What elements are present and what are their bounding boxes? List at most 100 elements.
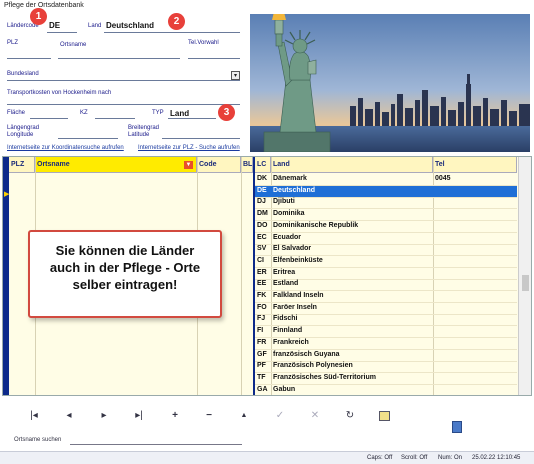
header-code[interactable]: Code xyxy=(197,157,241,173)
edit-record-button[interactable]: ▲ xyxy=(235,412,253,419)
row-land: Djibuti xyxy=(273,198,295,206)
table-row[interactable]: FO Faröer Inseln xyxy=(255,303,517,314)
row-lc: DJ xyxy=(257,198,266,206)
row-lc: GA xyxy=(257,385,268,393)
chevron-down-icon[interactable]: ▾ xyxy=(231,71,240,80)
transport-input[interactable] xyxy=(7,104,240,105)
first-record-button[interactable]: |◂ xyxy=(25,410,43,421)
info-callout: Sie können die Länder auch in der Pflege… xyxy=(28,230,222,318)
laendercode-input[interactable]: DE xyxy=(49,21,60,30)
row-land: Deutschland xyxy=(273,186,316,194)
breitengrad-input[interactable] xyxy=(162,138,240,139)
row-land: Dominikanische Republik xyxy=(273,221,359,229)
flaeche-label: Fläche xyxy=(7,110,26,116)
search-input[interactable] xyxy=(70,444,242,445)
scroll-status: Scroll: Off xyxy=(401,455,428,461)
row-lc: DO xyxy=(257,221,268,229)
row-land: Finnland xyxy=(273,327,303,335)
status-bar: Caps: Off Scroll: Off Num: On 25.02.22 1… xyxy=(0,451,534,464)
row-land: Ecuador xyxy=(273,233,302,241)
caps-status: Caps: Off xyxy=(367,455,393,461)
header-tel[interactable]: Tel xyxy=(433,157,517,173)
laengengrad-label: Längengrad xyxy=(7,125,40,131)
row-land: Französisch Polynesien xyxy=(273,362,353,370)
scrollbar-thumb[interactable] xyxy=(522,275,529,291)
table-row[interactable]: CI Elfenbeinküste xyxy=(255,256,517,267)
bundesland-select[interactable] xyxy=(7,71,240,81)
add-record-button[interactable]: + xyxy=(166,410,184,421)
table-row[interactable]: DM Dominika xyxy=(255,209,517,220)
refresh-button[interactable]: ↻ xyxy=(341,410,359,421)
post-button[interactable]: ✓ xyxy=(271,410,289,421)
delete-record-button[interactable]: − xyxy=(200,410,218,421)
current-row-arrow-icon: ▶ xyxy=(4,191,10,198)
longitude-label: Longitude xyxy=(7,132,34,138)
header-ortsname[interactable]: Ortsname xyxy=(35,157,197,173)
latitude-label: Latitude xyxy=(128,132,150,138)
table-row[interactable]: FR Frankreich xyxy=(255,338,517,349)
laengengrad-input[interactable] xyxy=(58,138,118,139)
ortsname-label: Ortsname xyxy=(60,42,87,48)
transport-label: Transportkosten von Hockenheim nach xyxy=(7,90,112,96)
typ-label: TYP xyxy=(152,110,164,116)
table-row[interactable]: DJ Djibuti xyxy=(255,197,517,208)
breitengrad-label: Breitengrad xyxy=(128,125,160,131)
land-label: Land xyxy=(88,23,102,29)
sort-down-icon[interactable]: ▼ xyxy=(184,161,193,169)
table-row[interactable]: SV El Salvador xyxy=(255,244,517,255)
badge-1: 1 xyxy=(30,8,47,25)
table-row[interactable]: FJ Fidschi xyxy=(255,314,517,325)
telvorwahl-label: Tel.Vorwahl xyxy=(188,40,219,46)
cancel-button[interactable]: ✕ xyxy=(306,410,324,421)
grid-settings-icon[interactable] xyxy=(379,411,390,421)
row-lc: FJ xyxy=(257,315,266,323)
table-row[interactable]: FI Finnland xyxy=(255,326,517,337)
land-input[interactable]: Deutschland xyxy=(106,21,154,30)
table-row[interactable]: DE Deutschland xyxy=(255,185,517,197)
table-row[interactable]: EC Ecuador xyxy=(255,233,517,244)
header-bl[interactable]: BL xyxy=(241,157,253,173)
row-land: Elfenbeinküste xyxy=(273,256,323,264)
row-lc: FK xyxy=(257,292,267,299)
exit-door-icon[interactable] xyxy=(452,421,462,433)
row-lc: FR xyxy=(257,338,267,346)
table-row[interactable]: TF Französisches Süd-Territorium xyxy=(255,373,517,384)
callout-line-3: selber eintragen! xyxy=(72,277,178,292)
table-row[interactable]: PF Französisch Polynesien xyxy=(255,361,517,372)
row-lc: EC xyxy=(257,233,267,241)
flaeche-input[interactable] xyxy=(30,118,68,119)
row-land: Dominika xyxy=(273,210,305,218)
table-row[interactable]: DO Dominikanische Republik xyxy=(255,221,517,232)
table-row[interactable]: EE Estland xyxy=(255,279,517,290)
header-lc[interactable]: LC xyxy=(255,157,271,173)
plz-input[interactable] xyxy=(7,58,51,59)
header-plz[interactable]: PLZ xyxy=(9,157,35,173)
row-lc: SV xyxy=(257,245,267,253)
prev-record-button[interactable]: ◂ xyxy=(60,410,78,421)
row-tel: 0045 xyxy=(435,175,451,182)
table-row[interactable]: GF französisch Guyana xyxy=(255,350,517,361)
header-land[interactable]: Land xyxy=(271,157,433,173)
plz-suche-link[interactable]: Internetseite zur PLZ - Suche aufrufen xyxy=(138,145,240,151)
table-row[interactable]: DK Dänemark 0045 xyxy=(255,174,517,185)
table-row[interactable]: ER Eritrea xyxy=(255,268,517,279)
table-row[interactable]: FK Falkland Inseln xyxy=(255,291,517,302)
row-land: Fidschi xyxy=(273,315,298,323)
ortsname-input[interactable] xyxy=(58,58,180,59)
next-record-button[interactable]: ▸ xyxy=(95,410,113,421)
row-land: Falkland Inseln xyxy=(273,292,324,299)
kz-input[interactable] xyxy=(95,118,135,119)
num-status: Num: On xyxy=(438,455,463,461)
grid-scrollbar[interactable] xyxy=(518,157,531,395)
table-row[interactable]: GA Gabun xyxy=(255,385,517,395)
last-record-button[interactable]: ▸| xyxy=(130,410,148,421)
koordinaten-link[interactable]: Internetseite zur Koordinatensuche aufru… xyxy=(7,145,124,151)
telvorwahl-input[interactable] xyxy=(188,58,240,59)
row-land: Gabun xyxy=(273,385,296,393)
row-lc: DM xyxy=(257,210,268,218)
row-land: Estland xyxy=(273,280,299,288)
typ-input[interactable]: Land xyxy=(170,109,189,118)
callout-line-1: Sie können die Länder xyxy=(55,243,195,258)
row-land: Dänemark xyxy=(273,175,307,182)
statue-of-liberty-image xyxy=(250,14,530,152)
